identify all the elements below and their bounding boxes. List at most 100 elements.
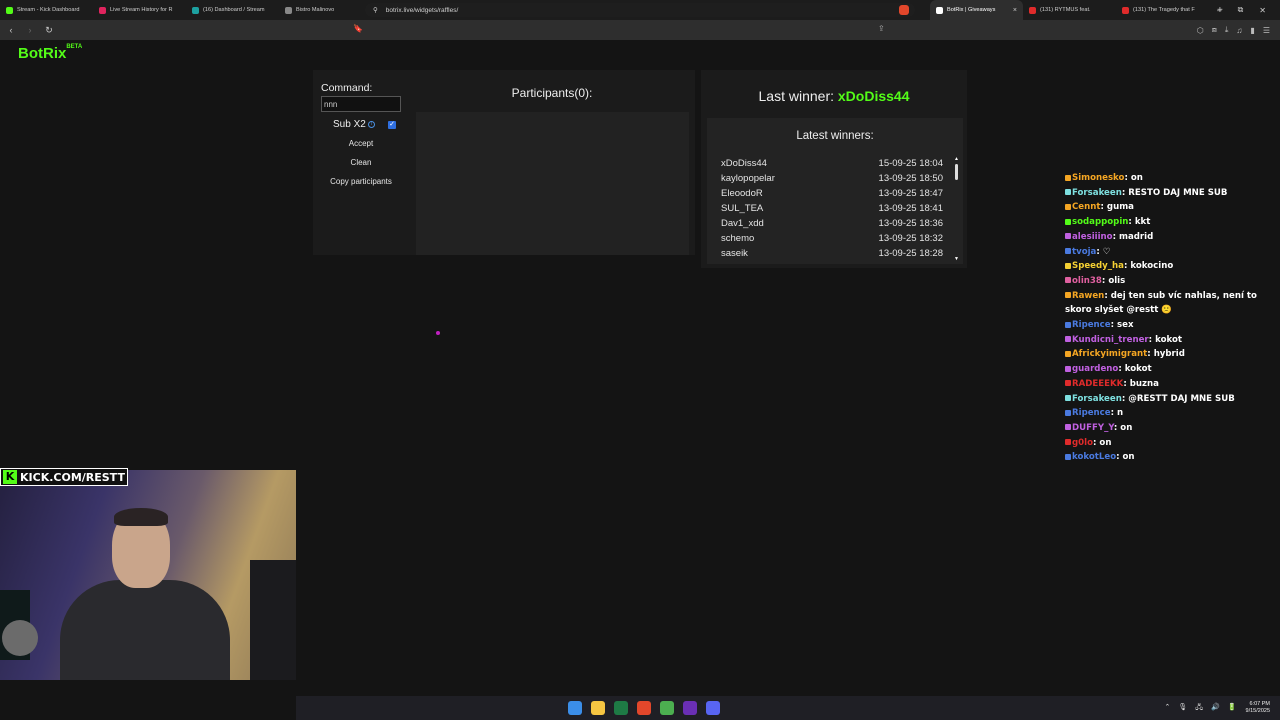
obs-icon[interactable] xyxy=(683,701,697,715)
toolbar-icon[interactable]: ⧈ xyxy=(1212,25,1217,35)
toolbar-icon[interactable]: ⤓ xyxy=(1225,25,1229,35)
participants-title: Participants(0): xyxy=(511,86,593,100)
browser-tab[interactable]: Bistro Malinovo xyxy=(279,0,372,20)
clock-date: 9/15/2025 xyxy=(1245,708,1270,714)
latest-winners-list[interactable]: xDoDiss44 15-09-25 18:04 kaylopopelar 13-09… xyxy=(721,156,943,264)
scroll-thumb[interactable] xyxy=(955,164,958,180)
winner-date: 13-09-25 18:47 xyxy=(878,188,943,199)
chat-badge-icon xyxy=(1065,203,1071,210)
chrome-icon[interactable] xyxy=(660,701,674,715)
winner-name: schemo xyxy=(721,233,755,244)
site-info-icon[interactable]: ⚲ xyxy=(373,6,378,14)
chat-message: tvoja: ♡ xyxy=(1065,245,1275,260)
info-icon[interactable]: i xyxy=(367,121,375,128)
windows-start-icon[interactable] xyxy=(568,701,582,715)
accept-button[interactable]: Accept xyxy=(321,137,401,151)
scroll-down-arrow[interactable]: ▼ xyxy=(954,256,959,262)
reload-button[interactable]: ↻ xyxy=(41,25,57,36)
tab-close-icon[interactable]: × xyxy=(1013,7,1017,14)
chat-message: Cennt: guma xyxy=(1065,200,1275,215)
brave-icon[interactable] xyxy=(637,701,651,715)
excel-icon[interactable] xyxy=(614,701,628,715)
last-winner-name: xDoDiss44 xyxy=(837,88,910,104)
toolbar-icon[interactable]: ⬡ xyxy=(1197,26,1204,35)
back-button[interactable]: ‹ xyxy=(3,25,19,35)
address-bar-row: ‹ › ↻ xyxy=(0,20,1280,40)
chat-badge-icon xyxy=(1065,277,1071,284)
sub-x2-label: Sub X2 xyxy=(333,119,366,130)
chat-username: kokotLeo xyxy=(1072,452,1117,463)
chat-badge-icon xyxy=(1065,380,1071,387)
command-label: Command: xyxy=(321,82,373,94)
chat-badge-icon xyxy=(1065,262,1071,269)
winner-name: EleoodoR xyxy=(721,188,763,199)
command-input[interactable] xyxy=(321,96,401,112)
winner-date: 13-09-25 18:36 xyxy=(878,218,943,229)
chat-username: Cennt xyxy=(1072,202,1101,213)
chat-badge-icon xyxy=(1065,350,1071,357)
winner-name: Dav1_xdd xyxy=(721,218,764,229)
clock[interactable]: 6:07 PM 9/15/2025 xyxy=(1246,701,1270,715)
chat-username: RADEEEKK xyxy=(1072,378,1124,389)
winners-scrollbar[interactable]: ▲ ▼ xyxy=(954,156,959,262)
browser-tab[interactable]: (16) Dashboard / Stream xyxy=(186,0,279,20)
browser-toolbar: ⬡ ⧈ ⤓ ♫ ▮ ☰ xyxy=(1197,20,1270,40)
beta-badge: BETA xyxy=(66,44,83,50)
tab-title: Bistro Malinovo xyxy=(296,7,335,13)
winner-row: saseik 13-09-25 18:28 xyxy=(721,246,943,261)
chat-message: Kundicni_trener: kokot xyxy=(1065,333,1275,348)
toolbar-icon[interactable]: ♫ xyxy=(1236,26,1242,35)
winner-row: kaylopopelar 13-09-25 18:50 xyxy=(721,171,943,186)
tray-icon[interactable]: 🔋 xyxy=(1228,703,1237,714)
restore-button[interactable]: ⧉ xyxy=(1238,5,1244,15)
copy-participants-button[interactable]: Copy participants xyxy=(321,175,401,189)
tray-icon[interactable]: 🎙 xyxy=(1178,703,1187,714)
browser-tab[interactable]: BotRix | Giveaways × xyxy=(930,0,1023,20)
winner-row: xDoDiss44 15-09-25 18:04 xyxy=(721,156,943,171)
bookmark-icon[interactable]: 🔖 xyxy=(353,24,363,33)
chat-message: Rawen: dej ten sub víc nahlas, není to s… xyxy=(1065,289,1275,318)
share-icon[interactable]: ⇪ xyxy=(878,24,885,33)
streamer-hair xyxy=(114,508,168,526)
window-controls: – ⧉ ✕ xyxy=(1217,0,1280,20)
chat-text: ♡ xyxy=(1102,246,1111,257)
command-panel: Command: Sub X2 i ✓ Accept Clean Copy pa… xyxy=(313,70,413,255)
chat-message: olin38: olis xyxy=(1065,274,1275,289)
participants-list[interactable] xyxy=(416,112,689,255)
toolbar-icon[interactable]: ☰ xyxy=(1263,26,1270,35)
tab-favicon-icon xyxy=(285,6,292,14)
kick-channel-banner: K KICK.COM/RESTT xyxy=(0,468,128,486)
browser-tab[interactable]: Stream - Kick Dashboard xyxy=(0,0,93,20)
botrix-logo[interactable]: BotRixBETA xyxy=(18,44,83,62)
tray-icon[interactable]: ⌃ xyxy=(1165,703,1171,714)
tray-icon[interactable]: 🔊 xyxy=(1211,703,1220,714)
brave-shields-icon[interactable] xyxy=(899,5,909,15)
minimize-button[interactable]: – xyxy=(1217,6,1221,15)
chat-username: Ripence xyxy=(1072,408,1111,419)
tab-title: (131) The Tragedy that F xyxy=(1133,7,1195,13)
sub-x2-checkbox[interactable]: ✓ xyxy=(388,121,396,129)
tab-title: BotRix | Giveaways xyxy=(947,7,996,13)
url-field[interactable]: ⚲ botrix.live/widgets/raffles/ xyxy=(365,3,915,17)
browser-tab[interactable]: (131) RYTMUS feat. xyxy=(1023,0,1116,20)
chat-message: Speedy_ha: kokocino xyxy=(1065,259,1275,274)
latest-winners-box: Latest winners: xDoDiss44 15-09-25 18:04 k… xyxy=(707,118,963,264)
forward-button[interactable]: › xyxy=(22,25,38,35)
cursor-marker xyxy=(436,331,440,335)
sub-x2-row: Sub X2 i xyxy=(333,119,375,130)
toolbar-icon[interactable]: ▮ xyxy=(1250,26,1254,35)
url-text[interactable]: botrix.live/widgets/raffles/ xyxy=(386,7,459,14)
browser-tab[interactable]: Live Stream History for R xyxy=(93,0,186,20)
browser-tab[interactable]: (131) The Tragedy that F xyxy=(1116,0,1209,20)
scroll-up-arrow[interactable]: ▲ xyxy=(954,156,959,162)
tray-icons: ⌃ 🎙 🖧 🔊 🔋 xyxy=(1165,703,1237,714)
discord-icon[interactable] xyxy=(706,701,720,715)
last-winner-heading: Last winner: xDoDiss44 xyxy=(701,88,967,104)
clean-button[interactable]: Clean xyxy=(321,156,401,170)
chat-text: hybrid xyxy=(1153,349,1185,360)
tab-favicon-icon xyxy=(936,6,943,14)
tray-icon[interactable]: 🖧 xyxy=(1195,703,1203,714)
close-window-button[interactable]: ✕ xyxy=(1259,6,1266,15)
file-explorer-icon[interactable] xyxy=(591,701,605,715)
chat-message: Forsakeen: @RESTT DAJ MNE SUB xyxy=(1065,392,1275,407)
